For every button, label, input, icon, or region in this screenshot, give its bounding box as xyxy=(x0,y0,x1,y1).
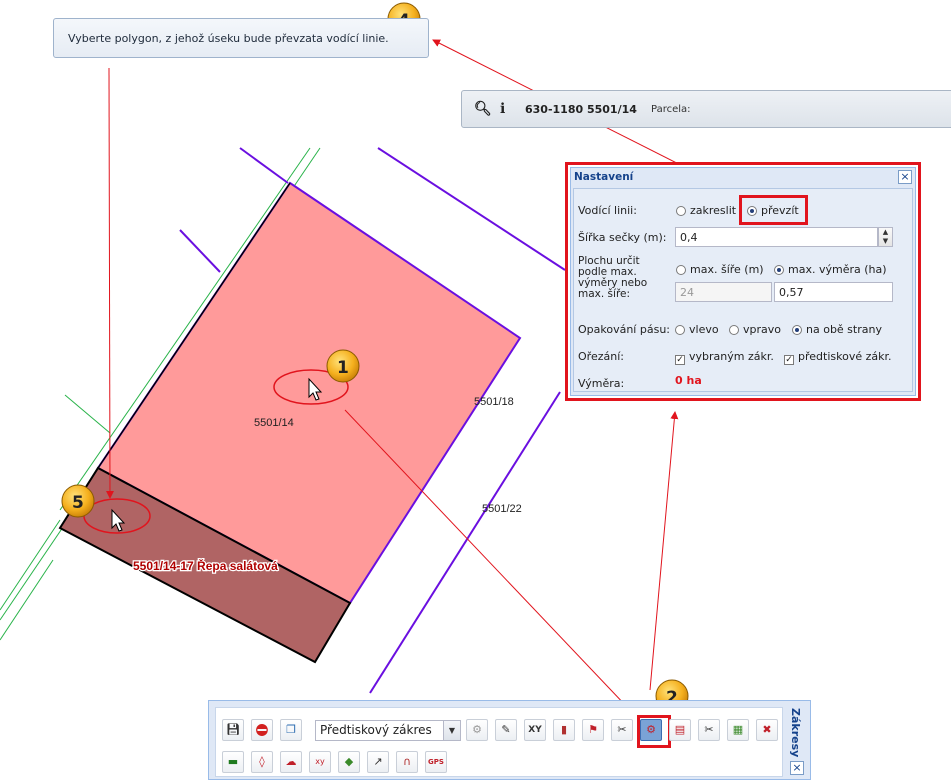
highlight-box-2 xyxy=(637,715,671,748)
area-option-max-area[interactable]: max. výměra (ha) xyxy=(774,263,887,276)
svg-text:1: 1 xyxy=(337,358,349,378)
area-method-label: Plochu určit podle max. výměry nebo max.… xyxy=(578,255,648,300)
delete-icon[interactable]: ⛔︎ xyxy=(251,719,273,741)
parcel-label-main: 5501/14 xyxy=(254,417,294,429)
area-option-max-width[interactable]: max. šíře (m) xyxy=(676,263,764,276)
delete-hatch-icon[interactable]: ✖ xyxy=(756,719,778,741)
windows-icon[interactable]: ❐ xyxy=(280,719,302,741)
repeat-option-both[interactable]: na obě strany xyxy=(792,323,882,336)
parcel-label: Parcela: xyxy=(651,104,691,115)
merge-polygon-icon[interactable]: ☁ xyxy=(280,751,302,773)
area-result-label: Výměra: xyxy=(578,377,625,390)
settings-gear-icon[interactable]: ⚙ xyxy=(466,719,488,741)
toolbar-title: Zákresy xyxy=(789,708,802,758)
svg-text:5: 5 xyxy=(72,493,84,513)
parcel-label-lower: 5501/22 xyxy=(482,503,522,515)
import-strip-icon[interactable]: ▬ xyxy=(222,751,244,773)
magnet-icon[interactable]: ∩ xyxy=(396,751,418,773)
search-icon[interactable]: 🔍︎ xyxy=(474,101,492,117)
eraser-icon[interactable]: ▮ xyxy=(553,719,575,741)
parcel-code: 630-1180 5501/14 xyxy=(525,103,637,116)
hatch-icon[interactable]: ▦ xyxy=(727,719,749,741)
toolbar-close-icon[interactable]: × xyxy=(790,761,804,775)
scissors-icon[interactable]: ✂ xyxy=(611,719,633,741)
width-input[interactable]: 0,4 xyxy=(675,227,878,247)
max-area-input[interactable]: 0,57 xyxy=(774,282,893,302)
hint-text: Vyberte polygon, z jehož úseku bude přev… xyxy=(68,32,389,45)
repeat-option-left[interactable]: vlevo xyxy=(675,323,719,336)
draw-pen-icon[interactable]: ✎ xyxy=(495,719,517,741)
xy-line-icon[interactable]: xy xyxy=(309,751,331,773)
info-icon[interactable]: ℹ xyxy=(500,101,505,117)
instruction-hint: Vyberte polygon, z jehož úseku bude přev… xyxy=(53,18,429,58)
parcel-info-bar: 🔍︎ ℹ 630-1180 5501/14 Parcela: xyxy=(461,90,951,128)
dialog-close-icon[interactable]: × xyxy=(898,170,912,184)
clip-label: Ořezání: xyxy=(578,350,624,363)
toolbar-side-panel: Zákresy × xyxy=(787,705,807,777)
dialog-body: Vodící linii: zakreslit převzít Šířka se… xyxy=(573,188,913,392)
width-label: Šířka sečky (m): xyxy=(578,231,667,244)
guide-line-label: Vodící linii: xyxy=(578,204,637,217)
width-spinner[interactable]: ▲ ▼ xyxy=(878,227,893,247)
clip-option-preprint[interactable]: ✓ předtiskové zákr. xyxy=(784,350,892,365)
layer-copy-icon[interactable]: ▤ xyxy=(669,719,691,741)
toolbar-buttons-area: 💾︎ ⛔︎ ❐ Předtiskový zákres ▼ ⚙ ✎ XY ▮ ⚑ … xyxy=(215,707,783,777)
layer-select[interactable]: Předtiskový zákres ▼ xyxy=(315,720,461,741)
fill-polygon-icon[interactable]: ◆ xyxy=(338,751,360,773)
max-width-input[interactable]: 24 xyxy=(675,282,772,302)
save-icon[interactable]: 💾︎ xyxy=(222,719,244,741)
step-marker-5: 5 xyxy=(61,484,95,518)
edit-nodes-icon[interactable]: ◊ xyxy=(251,751,273,773)
chevron-down-icon[interactable]: ▼ xyxy=(443,721,460,740)
cut-polygon-icon[interactable]: ✂ xyxy=(698,719,720,741)
repeat-label: Opakování pásu: xyxy=(578,323,670,336)
guide-option-draw[interactable]: zakreslit xyxy=(676,204,736,217)
dialog-title: Nastavení xyxy=(574,171,634,183)
gps-icon[interactable]: GPS xyxy=(425,751,447,773)
area-result-value: 0 ha xyxy=(675,374,702,387)
repeat-option-right[interactable]: vpravo xyxy=(729,323,781,336)
clip-option-selected[interactable]: ✓ vybraným zákr. xyxy=(675,350,774,365)
xy-coordinates-icon[interactable]: XY xyxy=(524,719,546,741)
settings-dialog: Nastavení × Vodící linii: zakreslit přev… xyxy=(565,162,921,401)
parcel-label-right: 5501/18 xyxy=(474,396,514,408)
flag-line-icon[interactable]: ⚑ xyxy=(582,719,604,741)
step-marker-1: 1 xyxy=(326,349,360,383)
measure-icon[interactable]: ↗ xyxy=(367,751,389,773)
drawing-toolbar: 💾︎ ⛔︎ ❐ Předtiskový zákres ▼ ⚙ ✎ XY ▮ ⚑ … xyxy=(208,700,811,780)
crop-label: 5501/14-17 Řepa salátová xyxy=(133,558,278,573)
highlight-box-3 xyxy=(739,195,808,225)
